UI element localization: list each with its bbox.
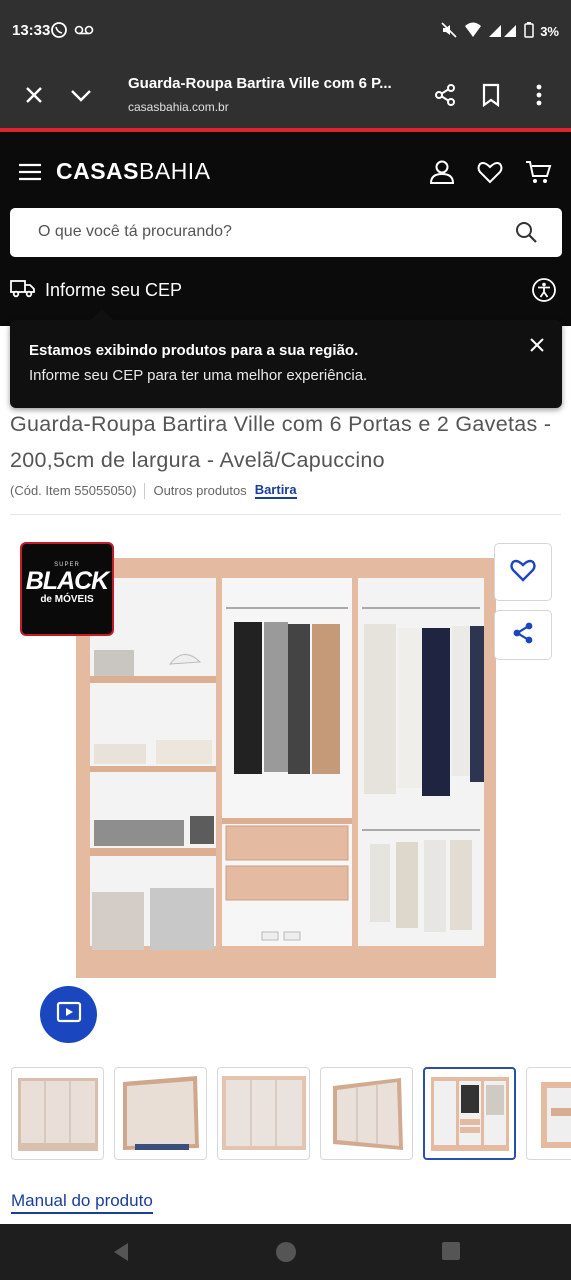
brand-link[interactable]: Bartira (254, 482, 297, 499)
site-logo[interactable]: CASASBAHIA (56, 158, 211, 185)
heart-icon[interactable] (476, 158, 504, 191)
search-input[interactable]: O que você tá procurando? (10, 208, 562, 257)
battery-percent: 3% (540, 24, 559, 39)
divider (10, 514, 561, 515)
recents-icon[interactable] (441, 1241, 461, 1266)
thumbnail[interactable] (320, 1067, 413, 1160)
browser-toolbar: Guarda-Roupa Bartira Ville com 6 P... ca… (0, 62, 571, 128)
badge-black: BLACK (25, 567, 110, 595)
truck-icon (10, 278, 36, 303)
share-icon (511, 621, 535, 650)
share-button[interactable] (494, 610, 552, 660)
badge-sub: de MÓVEIS (40, 594, 94, 605)
back-icon[interactable] (110, 1241, 132, 1268)
browser-page-title: Guarda-Roupa Bartira Ville com 6 P... (128, 75, 392, 92)
product-title: Guarda-Roupa Bartira Ville com 6 Portas … (10, 412, 552, 472)
thumbnail-carousel (11, 1067, 571, 1161)
menu-icon[interactable] (18, 162, 42, 187)
tooltip-message: Informe seu CEP para ter uma melhor expe… (29, 367, 368, 384)
thumbnail[interactable] (526, 1067, 571, 1160)
close-icon[interactable] (22, 83, 46, 112)
tooltip-title: Estamos exibindo produtos para a sua reg… (29, 342, 359, 359)
voicemail-icon (74, 21, 94, 44)
favorite-button[interactable] (494, 543, 552, 601)
item-code: (Cód. Item 55055050) (10, 483, 137, 498)
close-icon[interactable] (528, 336, 546, 359)
search-placeholder: O que você tá procurando? (38, 223, 232, 240)
search-icon[interactable] (514, 220, 538, 249)
product-meta: (Cód. Item 55055050) Outros produtos Bar… (10, 482, 297, 499)
heart-icon (509, 557, 537, 588)
wifi-icon (464, 22, 482, 41)
black-friday-badge: SUPER BLACK de MÓVEIS (20, 542, 114, 636)
chevron-down-icon[interactable] (68, 83, 94, 112)
signal-icon (488, 22, 518, 41)
status-time: 13:33 (12, 22, 51, 39)
thumbnail-selected[interactable] (423, 1067, 516, 1160)
more-options-icon[interactable] (530, 83, 548, 112)
product-manual-link[interactable]: Manual do produto (11, 1191, 153, 1214)
play-video-button[interactable] (40, 986, 97, 1043)
bookmark-icon[interactable] (480, 83, 502, 112)
system-nav-bar (0, 1224, 571, 1280)
mute-icon (440, 21, 458, 42)
user-icon[interactable] (428, 158, 456, 191)
cep-label: Informe seu CEP (45, 280, 183, 300)
cep-button[interactable]: Informe seu CEP (10, 278, 182, 303)
home-icon[interactable] (275, 1241, 297, 1268)
share-icon[interactable] (433, 83, 457, 112)
product-main-image[interactable] (70, 548, 502, 978)
other-products-label: Outros produtos (153, 483, 247, 498)
accessibility-icon[interactable] (531, 277, 557, 308)
thumbnail[interactable] (217, 1067, 310, 1160)
whatsapp-icon (50, 21, 68, 44)
thumbnail[interactable] (11, 1067, 104, 1160)
status-bar: 13:33 3% (0, 0, 571, 62)
site-header: CASASBAHIA O que você tá procurando? Inf… (0, 132, 571, 326)
browser-url: casasbahia.com.br (128, 100, 229, 114)
play-video-icon (56, 1001, 82, 1028)
cart-icon[interactable] (524, 158, 552, 191)
region-tooltip: Estamos exibindo produtos para a sua reg… (10, 320, 562, 408)
thumbnail[interactable] (114, 1067, 207, 1160)
battery-icon (524, 22, 534, 41)
